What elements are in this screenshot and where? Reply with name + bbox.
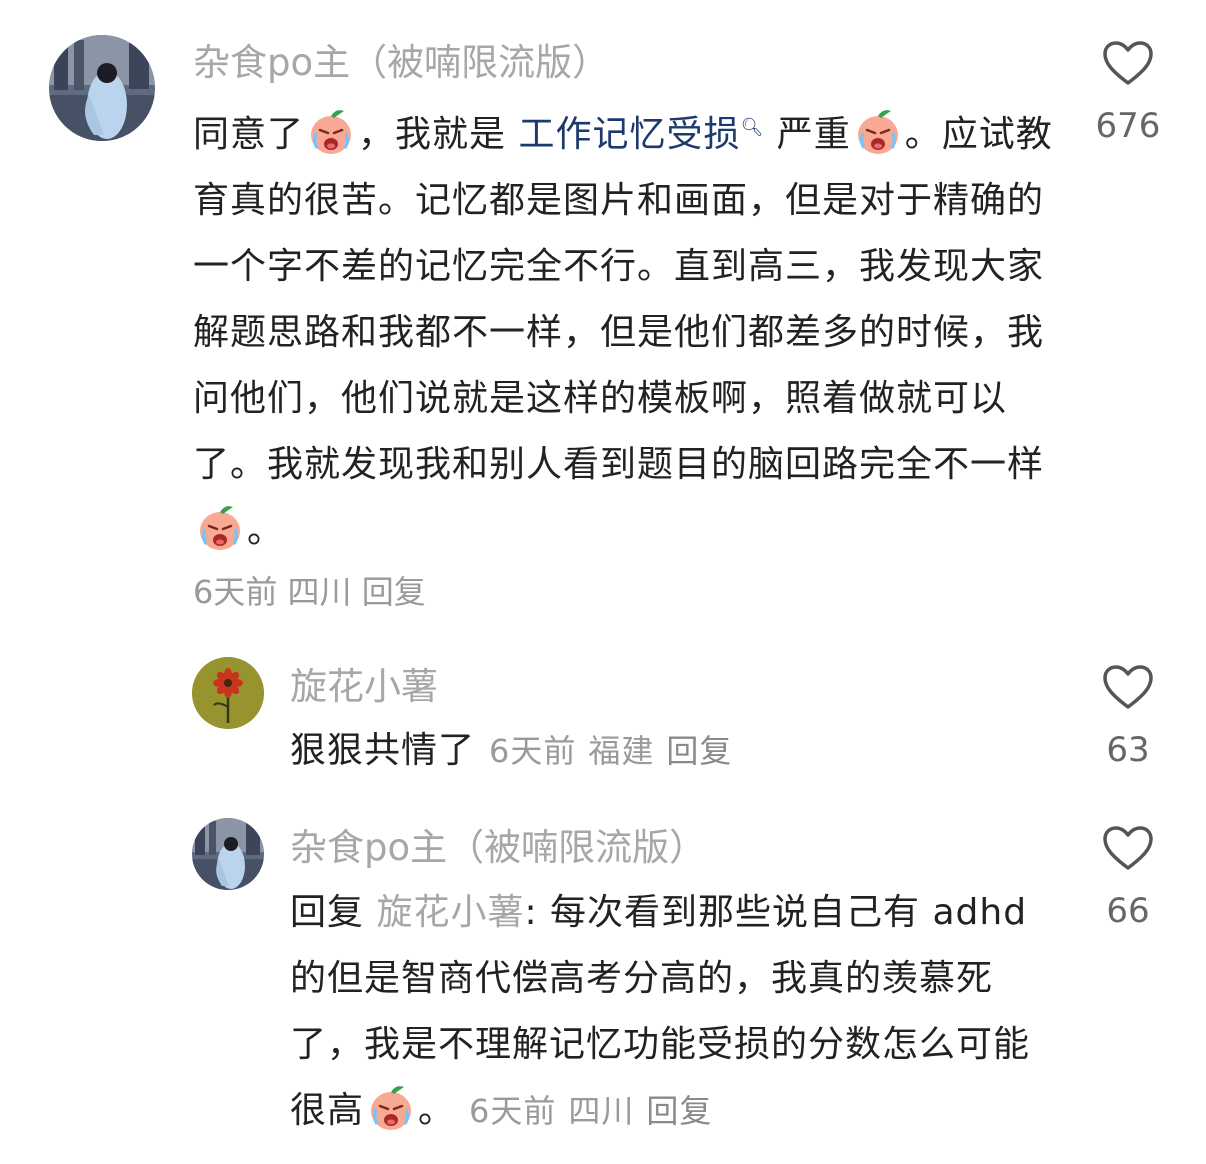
timestamp: 6天前: [469, 1092, 557, 1130]
heart-outline-icon[interactable]: [1102, 40, 1154, 86]
like-count: 66: [1106, 891, 1150, 931]
like-count: 676: [1095, 106, 1161, 146]
location: 福建: [588, 732, 655, 770]
reply-button[interactable]: 回复: [646, 1092, 712, 1130]
comment-text-part: ，我就是: [358, 114, 519, 155]
reply-button[interactable]: 回复: [362, 573, 426, 611]
comment-text-part: :: [524, 892, 551, 933]
reply-prefix: 回复: [290, 892, 377, 933]
heart-outline-icon[interactable]: [1102, 664, 1154, 710]
comment-meta: 6天前 四川 回复: [193, 572, 426, 612]
like-button[interactable]: 676: [1093, 40, 1163, 146]
search-icon[interactable]: 🔍︎: [740, 117, 764, 138]
crying-face-emoji: [200, 506, 240, 550]
like-button[interactable]: 63: [1093, 664, 1163, 770]
location: 四川: [568, 1092, 635, 1130]
like-button[interactable]: 66: [1093, 825, 1163, 931]
comment-text: 回复 旋花小薯: 每次看到那些说自己有 adhd的但是智商代偿高考分高的，我真的…: [290, 880, 1050, 1144]
username[interactable]: 杂食po主（被喃限流版）: [193, 40, 609, 86]
avatar[interactable]: [192, 657, 264, 729]
comment-text-part: 。: [418, 1090, 456, 1131]
username[interactable]: 杂食po主（被喃限流版）: [290, 825, 706, 871]
comment-text-part: 同意了: [193, 114, 305, 155]
comment-text-part: 。应试教育真的很苦。记忆都是图片和画面，但是对于精确的一个字不差的记忆完全不行。…: [193, 114, 1053, 485]
timestamp: 6天前: [489, 732, 577, 770]
crying-face-emoji: [311, 110, 352, 154]
comment-meta: 6天前 四川 回复: [469, 1092, 712, 1130]
comment-text-part: 严重: [764, 114, 851, 155]
username[interactable]: 旋花小薯: [290, 664, 438, 710]
avatar[interactable]: [192, 818, 264, 890]
reply-button[interactable]: 回复: [666, 732, 732, 770]
timestamp: 6天前: [193, 573, 278, 611]
comment-meta: 6天前 福建 回复: [489, 732, 732, 770]
location: 四川: [287, 573, 352, 611]
search-link[interactable]: 工作记忆受损🔍︎: [518, 114, 764, 155]
mention-link[interactable]: 旋花小薯: [376, 892, 524, 933]
comment-text: 狠狠共情了 6天前 福建 回复: [290, 718, 1090, 784]
search-link-label[interactable]: 工作记忆受损: [518, 114, 740, 155]
comment-text-part: 狠狠共情了: [290, 730, 476, 771]
avatar[interactable]: [49, 35, 155, 141]
comment-text: 同意了 ，我就是 工作记忆受损🔍︎ 严重 。应试教育真的很苦。记忆都是图片和画面，但…: [193, 95, 1063, 564]
heart-outline-icon[interactable]: [1102, 825, 1154, 871]
comment-text-part: 。: [247, 510, 285, 551]
crying-face-emoji: [371, 1086, 412, 1130]
like-count: 63: [1106, 730, 1150, 770]
crying-face-emoji: [857, 110, 898, 154]
